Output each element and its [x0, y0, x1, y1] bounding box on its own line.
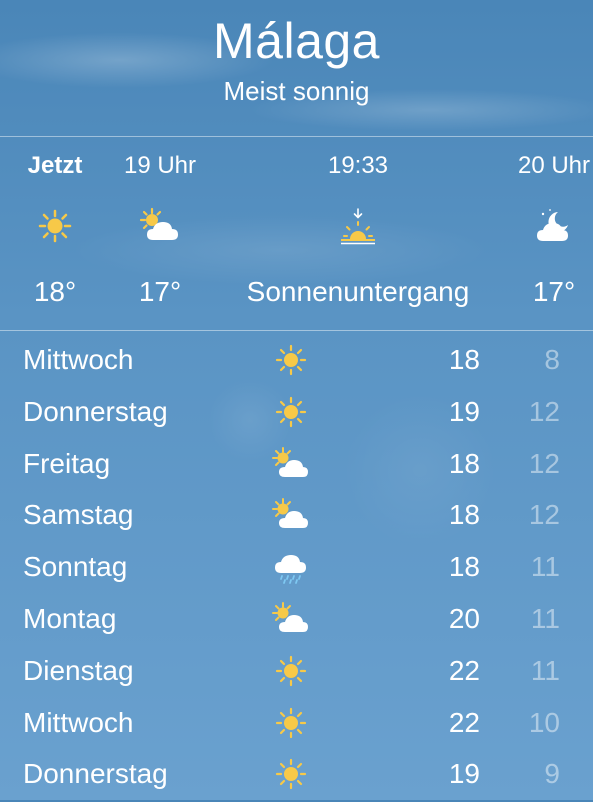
- day-name: Donnerstag: [23, 758, 168, 790]
- hourly-item: Jetzt 18°: [10, 136, 100, 330]
- hourly-item: 19:33 Sonnenuntergang: [228, 136, 488, 330]
- day-max-temp: 19: [448, 758, 480, 790]
- hourly-time: 19:33: [327, 152, 389, 179]
- hourly-item: 19 Uhr 17°: [115, 136, 205, 330]
- hourly-time: Jetzt: [27, 152, 83, 179]
- hourly-time: 20 Uhr: [517, 152, 591, 179]
- sun-icon: [270, 342, 312, 378]
- daily-row: Mittwoch 18 8: [0, 336, 593, 388]
- day-min-temp: 12: [528, 395, 560, 427]
- partly-cloudy-icon: [270, 601, 312, 637]
- sun-icon: [270, 394, 312, 430]
- sun-icon: [32, 206, 78, 246]
- day-max-temp: 18: [448, 344, 480, 375]
- day-min-temp: 11: [530, 551, 560, 583]
- daily-row: Sonntag 18 11: [0, 543, 593, 595]
- day-max-temp: 22: [448, 654, 480, 686]
- day-name: Mittwoch: [23, 344, 134, 375]
- daily-row: Dienstag 22 11: [0, 647, 593, 699]
- day-name: Sonntag: [23, 551, 128, 583]
- daily-row: Montag 20 11: [0, 595, 593, 647]
- sun-icon: [270, 756, 312, 792]
- day-max-temp: 18: [448, 447, 480, 479]
- partly-cloudy-icon: [270, 497, 312, 533]
- hourly-temp: 17°: [138, 276, 182, 307]
- partly-cloudy-icon: [137, 206, 183, 246]
- daily-row: Samstag 18 12: [0, 491, 593, 543]
- day-min-temp: 8: [544, 344, 560, 375]
- day-max-temp: 18: [448, 551, 480, 583]
- day-min-temp: 12: [528, 447, 560, 479]
- current-condition: Meist sonnig: [223, 76, 370, 106]
- day-min-temp: 10: [528, 706, 560, 738]
- daily-row: Freitag 18 12: [0, 440, 593, 492]
- day-name: Samstag: [23, 499, 134, 531]
- day-min-temp: 11: [530, 654, 560, 686]
- divider-bottom: [0, 330, 593, 331]
- daily-row: Donnerstag 19 9: [0, 750, 593, 802]
- day-min-temp: 9: [544, 758, 560, 790]
- day-min-temp: 11: [530, 602, 560, 634]
- daily-forecast[interactable]: Mittwoch 18 8 Donnerstag 19 12 Freitag 1…: [0, 336, 593, 802]
- partly-cloudy-icon: [270, 446, 312, 482]
- day-max-temp: 19: [448, 395, 480, 427]
- day-max-temp: 18: [448, 499, 480, 531]
- day-name: Dienstag: [23, 654, 134, 686]
- hourly-temp: 17°: [532, 276, 576, 307]
- daily-row: Mittwoch 22 10: [0, 699, 593, 751]
- header: Málaga Meist sonnig: [0, 0, 593, 136]
- hourly-temp: 18°: [33, 276, 77, 307]
- day-name: Montag: [23, 602, 117, 634]
- day-name: Donnerstag: [23, 395, 168, 427]
- hourly-item: 20 Uhr 17°: [509, 136, 593, 330]
- sun-icon: [270, 653, 312, 689]
- day-name: Mittwoch: [23, 706, 134, 738]
- hourly-time: 19 Uhr: [123, 152, 197, 179]
- city-name: Málaga: [213, 13, 380, 69]
- daily-row: Donnerstag 19 12: [0, 388, 593, 440]
- day-min-temp: 12: [528, 499, 560, 531]
- day-max-temp: 22: [448, 706, 480, 738]
- hourly-temp: Sonnenuntergang: [246, 276, 470, 307]
- hourly-forecast[interactable]: Jetzt 18° 19 Uhr 17° 19:33 Sonnenunterga…: [0, 136, 593, 330]
- sun-icon: [270, 705, 312, 741]
- sunset-icon: [335, 206, 381, 246]
- day-max-temp: 20: [448, 602, 480, 634]
- day-name: Freitag: [23, 447, 111, 479]
- moon-cloud-icon: [531, 206, 577, 246]
- rain-cloud-icon: [270, 549, 312, 585]
